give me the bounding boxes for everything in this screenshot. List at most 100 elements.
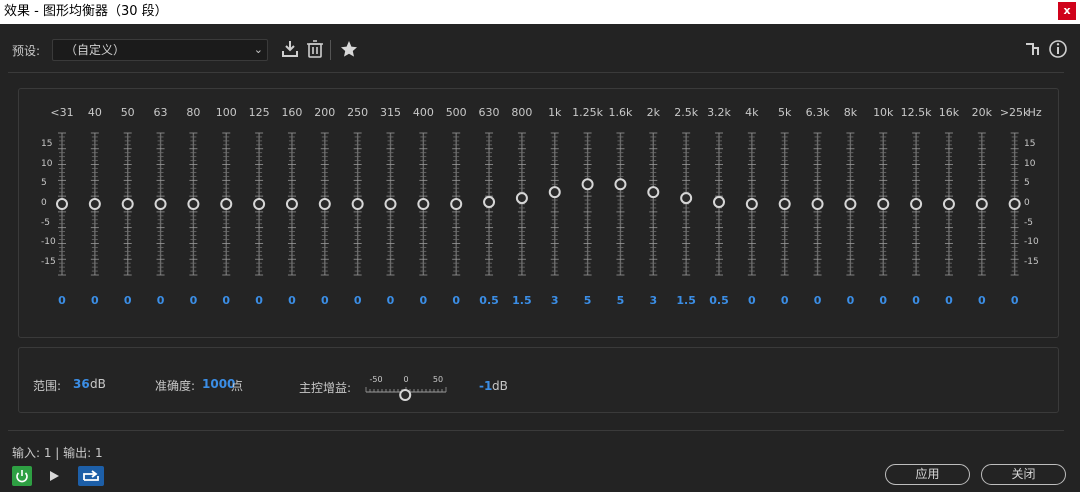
band-slider-knob[interactable] (351, 198, 364, 210)
band-gain-value[interactable]: 0 (420, 294, 428, 307)
band-slider-knob[interactable] (581, 178, 594, 191)
favorite-star-icon[interactable] (338, 38, 360, 60)
band-frequency-label: 2k (646, 106, 660, 119)
close-button[interactable]: 关闭 (981, 464, 1066, 485)
band-gain-value[interactable]: 0 (288, 294, 296, 307)
band-gain-value[interactable]: 5 (617, 294, 625, 307)
band-gain-value[interactable]: 0 (58, 294, 66, 307)
band-gain-value[interactable]: 0 (157, 294, 165, 307)
range-unit: dB (90, 377, 106, 391)
band-frequency-label: 16k (938, 106, 960, 119)
band-frequency-label: 8k (843, 106, 858, 119)
save-preset-icon[interactable] (279, 38, 301, 60)
band-gain-value[interactable]: 5 (584, 294, 592, 307)
band-slider-knob[interactable] (877, 198, 890, 210)
band-slider-knob[interactable] (515, 192, 528, 205)
window-close-button[interactable]: x (1058, 2, 1076, 20)
band-gain-value[interactable]: 0 (978, 294, 986, 307)
band-gain-value[interactable]: 3 (649, 294, 657, 307)
band-gain-value[interactable]: 0 (91, 294, 99, 307)
band-slider-knob[interactable] (614, 178, 627, 191)
band-gain-value[interactable]: 0 (190, 294, 198, 307)
band-slider-knob[interactable] (154, 198, 167, 210)
accuracy-label: 准确度: (155, 379, 196, 393)
band-slider-knob[interactable] (680, 192, 693, 205)
band-gain-value[interactable]: 0 (879, 294, 887, 307)
band-slider-knob[interactable] (548, 186, 561, 199)
chevron-down-icon: ⌄ (253, 43, 263, 56)
band-gain-value[interactable]: 1.5 (676, 294, 696, 307)
scale-label-right: -15 (1024, 257, 1039, 268)
band-frequency-label: 50 (120, 106, 135, 119)
band-slider-knob[interactable] (384, 198, 397, 210)
band-frequency-label: 2.5k (674, 106, 699, 119)
band-slider-knob[interactable] (811, 198, 824, 210)
preset-dropdown[interactable]: （自定义） ⌄ (52, 39, 268, 61)
band-gain-value[interactable]: 0 (321, 294, 329, 307)
power-toggle-icon[interactable] (12, 466, 32, 486)
scale-label-right: 15 (1024, 138, 1036, 149)
band-gain-value[interactable]: 0 (452, 294, 460, 307)
signal-routing-icon[interactable] (1022, 38, 1044, 60)
band-slider-knob[interactable] (975, 198, 988, 210)
band-frequency-label: 800 (511, 106, 533, 119)
band-gain-value[interactable]: 0 (912, 294, 920, 307)
preset-value: （自定义） (65, 43, 126, 57)
master-gain-value[interactable]: -1 (479, 379, 492, 393)
band-slider-knob[interactable] (253, 198, 266, 210)
band-gain-value[interactable]: 0.5 (709, 294, 729, 307)
band-gain-value[interactable]: 0 (354, 294, 362, 307)
band-slider-knob[interactable] (778, 198, 791, 210)
play-preview-icon[interactable] (44, 466, 64, 486)
master-gain-tick-max: 50 (432, 375, 444, 384)
band-slider-knob[interactable] (844, 198, 857, 210)
band-slider-knob[interactable] (220, 198, 233, 210)
band-frequency-label: 5k (778, 106, 792, 119)
band-frequency-label: 63 (153, 106, 168, 119)
band-gain-value[interactable]: 0 (1011, 294, 1019, 307)
band-slider-knob[interactable] (910, 198, 923, 210)
loop-playback-icon[interactable] (78, 466, 104, 486)
band-frequency-label: 400 (412, 106, 434, 119)
band-gain-value[interactable]: 0 (814, 294, 822, 307)
band-frequency-label: >25k (999, 106, 1030, 119)
band-gain-value[interactable]: 0 (222, 294, 230, 307)
apply-button[interactable]: 应用 (885, 464, 970, 485)
band-slider-knob[interactable] (713, 196, 725, 209)
band-slider-knob[interactable] (88, 198, 101, 210)
band-gain-value[interactable]: 0 (124, 294, 132, 307)
master-gain-knob[interactable] (399, 389, 412, 401)
band-gain-value[interactable]: 0 (781, 294, 789, 307)
range-value[interactable]: 36 (73, 377, 90, 391)
band-slider-knob[interactable] (483, 196, 496, 209)
band-slider-knob[interactable] (647, 186, 660, 199)
hz-unit-label: Hz (1027, 106, 1042, 119)
band-gain-value[interactable]: 0 (945, 294, 953, 307)
io-channel-info: 输入: 1 | 输出: 1 (12, 446, 103, 460)
band-slider-knob[interactable] (1008, 198, 1021, 210)
band-slider-knob[interactable] (121, 198, 134, 210)
band-slider-knob[interactable] (187, 198, 200, 210)
band-gain-value[interactable]: 0 (387, 294, 395, 307)
band-gain-value[interactable]: 0 (255, 294, 263, 307)
band-gain-value[interactable]: 1.5 (512, 294, 532, 307)
scale-label-left: 10 (41, 158, 53, 169)
master-gain-tick-mid: 0 (403, 375, 409, 384)
band-slider-knob[interactable] (285, 198, 298, 210)
master-gain-label: 主控增益: (299, 381, 352, 395)
band-gain-value[interactable]: 3 (551, 294, 559, 307)
band-gain-value[interactable]: 0 (748, 294, 756, 307)
master-gain-slider[interactable] (363, 384, 449, 402)
band-slider-knob[interactable] (56, 198, 68, 210)
band-slider-knob[interactable] (942, 198, 955, 210)
band-slider-knob[interactable] (318, 198, 331, 210)
band-slider-knob[interactable] (450, 198, 463, 210)
band-frequency-label: 4k (745, 106, 759, 119)
band-slider-knob[interactable] (417, 198, 430, 210)
band-gain-value[interactable]: 0 (847, 294, 855, 307)
band-gain-value[interactable]: 0.5 (479, 294, 499, 307)
band-slider-knob[interactable] (745, 198, 758, 210)
band-frequency-label: 250 (347, 106, 369, 119)
delete-preset-icon[interactable] (304, 38, 326, 60)
info-icon[interactable] (1047, 38, 1069, 60)
